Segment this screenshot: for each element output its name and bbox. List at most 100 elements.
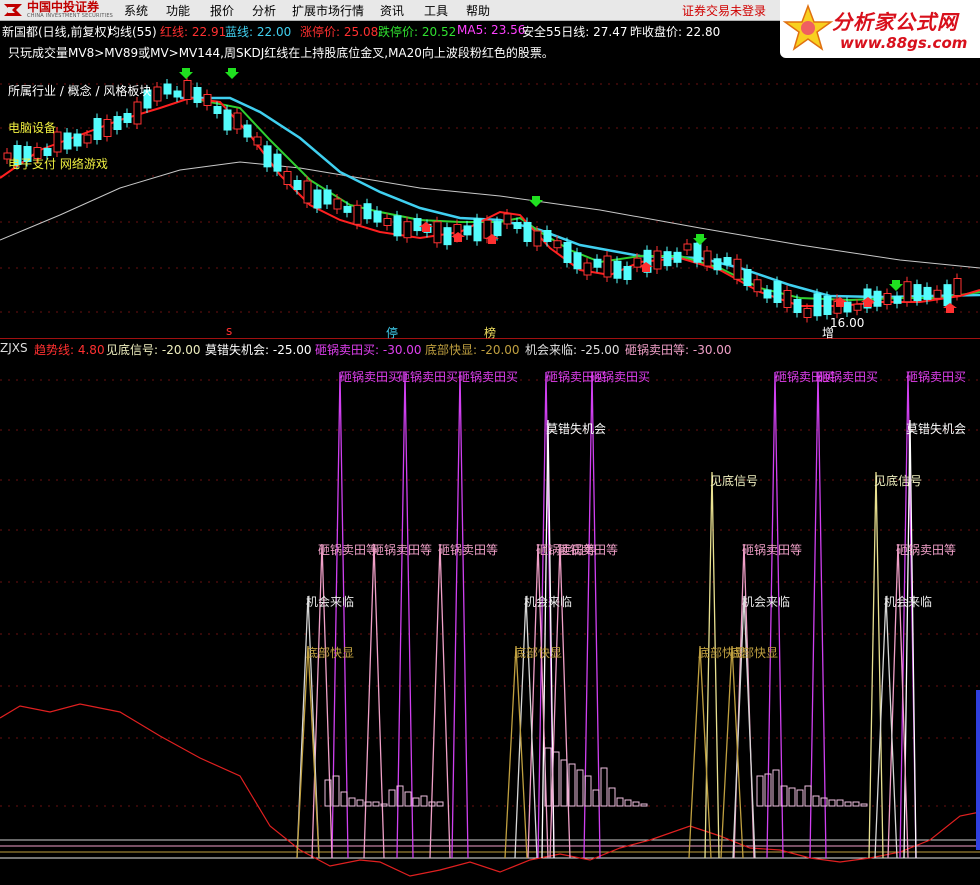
spike-buy (396, 371, 414, 859)
signal-miss-2: 莫错失机会 (906, 422, 967, 436)
signal-chance-4: 机会来临 (884, 595, 933, 609)
spike-wait (311, 543, 333, 859)
limit-down-value: 跌停价: 20.52 (378, 25, 457, 39)
histogram-bar (420, 795, 428, 807)
red-line-value: 红线: 22.91 (160, 25, 227, 39)
candle-body (883, 293, 892, 305)
spike-buy (766, 371, 784, 859)
concept-names[interactable]: 电子支付 网络游戏 (8, 155, 108, 172)
candle-body (193, 87, 202, 103)
candle-body (493, 221, 502, 237)
signal-chance-1: 机会来临 (306, 595, 355, 609)
candle-body (823, 296, 832, 315)
histogram-bar (576, 769, 584, 807)
down-arrow-icon (529, 196, 543, 207)
histogram-bar (844, 801, 852, 807)
histogram-bar (804, 785, 812, 807)
histogram-bar (372, 801, 380, 807)
spike-wait (429, 543, 451, 859)
candle-body (93, 118, 102, 140)
trend-value: 趋势线: 4.80 (34, 343, 105, 357)
spike-buy (899, 371, 917, 859)
candle-body (733, 258, 742, 280)
candle-body (393, 215, 402, 237)
signal-buy-5: 砸锅卖田买 (590, 370, 651, 384)
sector-label: 所属行业 / 概念 / 风格板块 (8, 84, 152, 98)
candle-body (913, 284, 922, 302)
histogram-bar (632, 801, 640, 807)
candle-body (613, 260, 622, 279)
candle-body (403, 221, 412, 239)
spike-wait (363, 543, 385, 859)
spike-chance (874, 595, 898, 859)
candle-body (523, 222, 532, 242)
candle-body (533, 230, 542, 247)
marker-s: s (226, 324, 233, 338)
candle-body (903, 281, 912, 303)
histogram-bar (560, 759, 568, 807)
candle-body (953, 278, 962, 296)
candle-body (133, 101, 142, 125)
histogram-bar (836, 799, 844, 807)
candle-body (363, 203, 372, 220)
signal-chance-2: 机会来临 (524, 595, 573, 609)
candle-body (333, 198, 342, 210)
candle-body (323, 189, 332, 205)
candle-body (213, 106, 222, 114)
signal-bottom-1: 见底信号 (710, 474, 759, 488)
candle-body (593, 258, 602, 268)
histogram-bar (600, 767, 608, 807)
miss-chance-value: 莫错失机会: -25.00 (205, 343, 312, 357)
signal-wait-1: 砸锅卖田等 (318, 543, 379, 557)
candle-body (703, 250, 712, 267)
candle-body (803, 308, 812, 318)
histogram-bar (616, 797, 624, 807)
marker-rank: 榜 (484, 326, 497, 340)
histogram-bar (796, 789, 804, 807)
candle-body (433, 221, 442, 244)
signal-wait-7: 砸锅卖田等 (896, 543, 957, 557)
histogram-bar (404, 791, 412, 807)
candle-body (153, 86, 162, 102)
candle-body (473, 218, 482, 242)
histogram-bar (640, 803, 648, 807)
ma-red-line (0, 96, 980, 307)
candle-body (73, 133, 82, 147)
candle-body (223, 109, 232, 131)
trend-line (0, 703, 980, 877)
candle-body (633, 257, 642, 268)
marker-increase: 增 (822, 326, 835, 340)
candle-body (763, 289, 772, 299)
candle-body (503, 213, 512, 225)
histogram-bar (388, 789, 396, 807)
candle-body (413, 218, 422, 232)
candle-body (293, 180, 302, 190)
candle-body (773, 281, 782, 303)
candle-body (723, 257, 732, 265)
signal-wait-6: 砸锅卖田等 (742, 543, 803, 557)
chart-canvas[interactable] (0, 0, 980, 885)
candle-body (313, 189, 322, 209)
candle-body (463, 225, 472, 236)
signal-fast-2: 底部快显 (514, 646, 563, 660)
prev-close-value: 昨收盘价: 22.80 (630, 25, 721, 39)
signal-buy-8: 砸锅卖田买 (906, 370, 967, 384)
histogram-bar (820, 797, 828, 807)
candle-body (943, 284, 952, 307)
candle-body (873, 290, 882, 307)
candle-body (343, 205, 352, 213)
histogram-bar (552, 751, 560, 807)
candle-body (123, 113, 132, 123)
signal-fast-1: 底部快显 (306, 646, 355, 660)
candle-body (283, 171, 292, 185)
candle-body (203, 94, 212, 106)
industry-name[interactable]: 电脑设备 (8, 119, 56, 136)
bottom-signal-value: 见底信号: -20.00 (106, 343, 201, 357)
spike-buy (451, 371, 469, 859)
histogram-bar (568, 763, 576, 807)
signal-buy-2: 砸锅卖田买 (398, 370, 459, 384)
signal-wait-3: 砸锅卖田等 (438, 543, 499, 557)
candle-body (793, 299, 802, 313)
signal-buy-7: 砸锅卖田买 (818, 370, 879, 384)
histogram-bar (812, 795, 820, 807)
